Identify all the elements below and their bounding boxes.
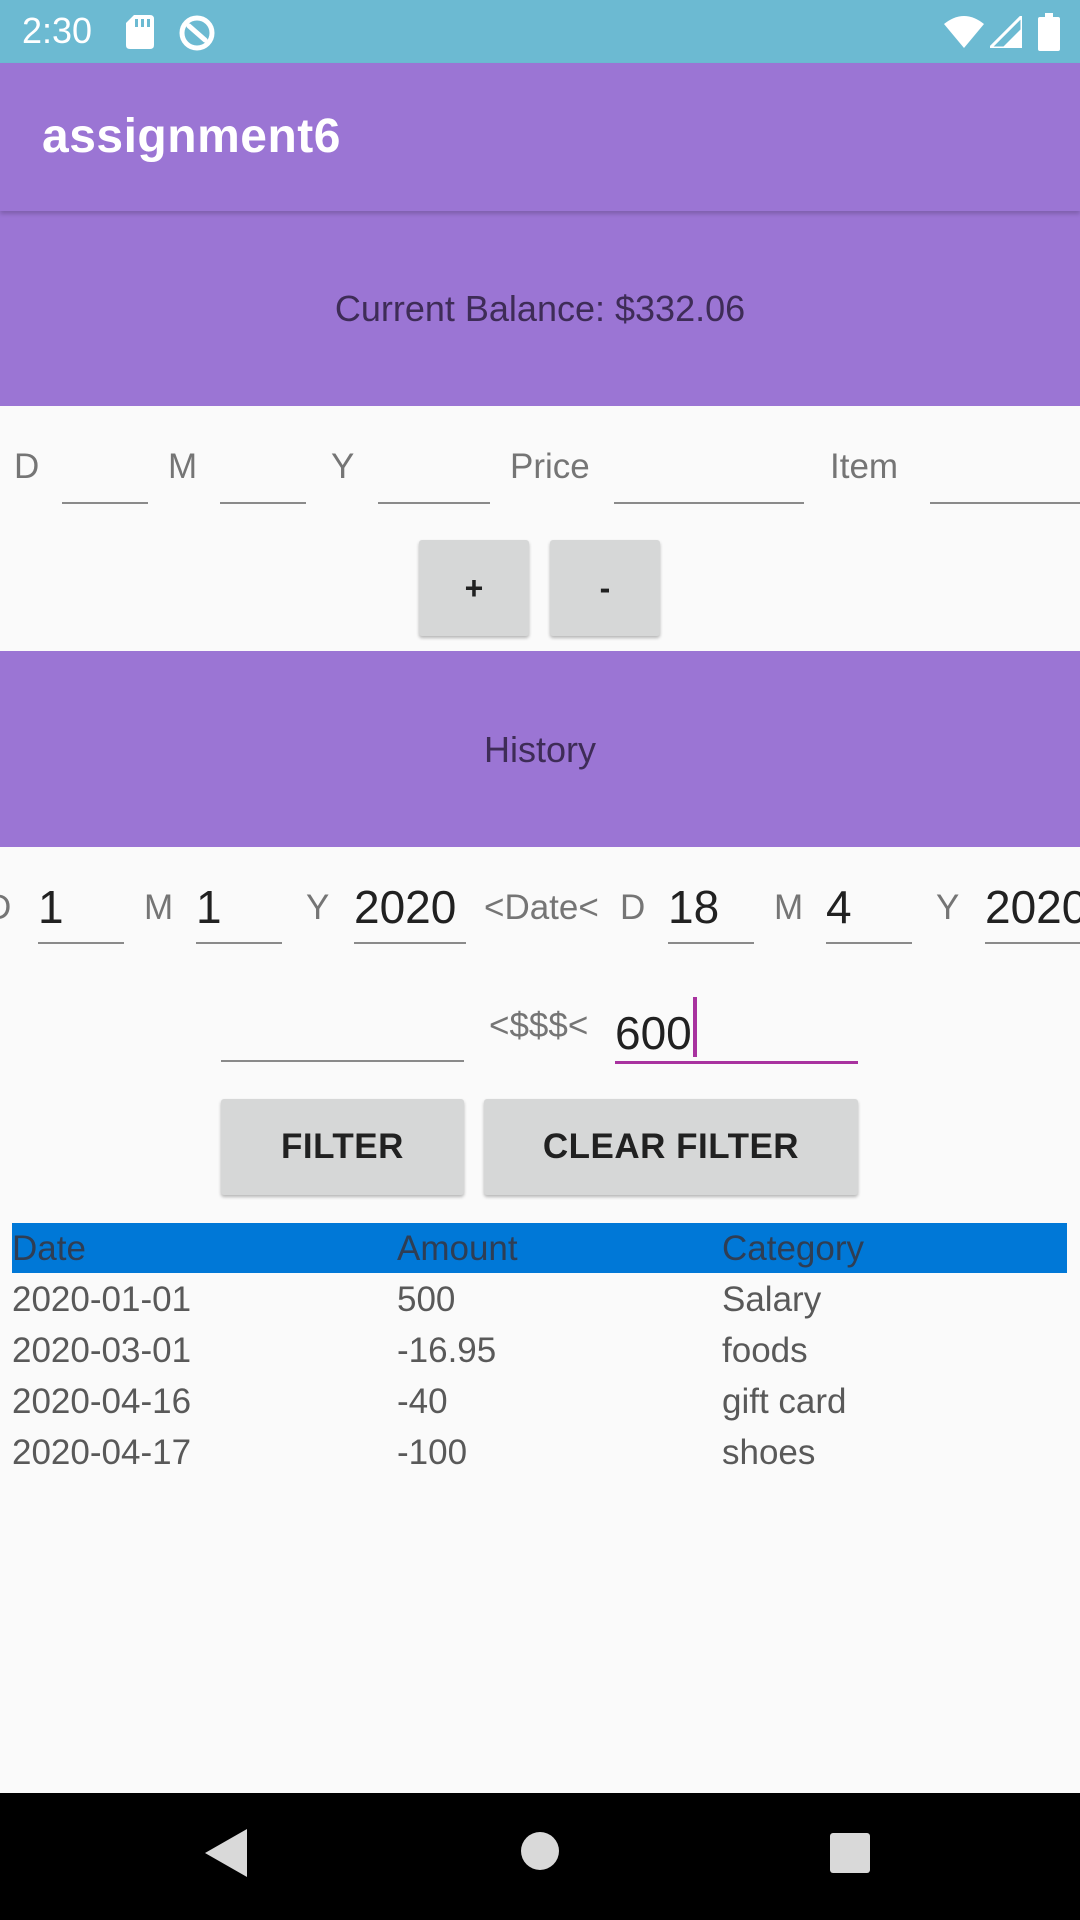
app-title: assignment6 [42,110,341,163]
to-day-input[interactable] [668,942,754,944]
back-icon[interactable] [205,1829,247,1877]
to-year-input[interactable] [985,942,1080,944]
table-header [12,1223,1067,1273]
month-label: M [168,447,198,486]
day-input[interactable] [62,502,148,504]
date-separator: <Date< [484,888,599,927]
signal-icon [990,16,1022,48]
to-month-label: M [774,888,804,927]
from-month-label: M [144,888,174,927]
to-year-value: 2020 [985,881,1080,933]
from-day-label: D [0,887,11,929]
current-balance: Current Balance: $332.06 [334,288,746,329]
price-input[interactable] [614,502,804,504]
min-amount-input[interactable] [221,1060,464,1062]
table-cell-category: gift card [722,1382,847,1421]
app-bar: assignment6 [0,63,1080,211]
table-cell-category: Salary [722,1280,822,1319]
year-label: Y [331,447,355,486]
from-month-value: 1 [196,881,222,933]
from-day-input[interactable] [38,942,124,944]
table-cell-date: 2020-01-01 [12,1280,192,1319]
max-amount-value: 600 [615,1007,692,1059]
item-input[interactable] [930,502,1080,504]
wifi-icon [944,16,984,48]
history-panel: History [0,651,1080,847]
column-date: Date [12,1229,86,1268]
from-year-value: 2020 [354,881,457,933]
max-amount-field[interactable]: 600 [615,997,697,1060]
from-day-value: 1 [38,881,64,933]
battery-icon [1038,13,1060,51]
column-amount: Amount [397,1229,518,1268]
table-cell-amount: -16.95 [397,1331,497,1370]
to-month-value: 4 [826,881,852,933]
price-label: Price [510,447,590,486]
month-input[interactable] [220,502,306,504]
status-bar: 2:30 [0,0,1080,63]
filter-button[interactable]: FILTER [221,1099,464,1195]
recents-icon[interactable] [830,1833,870,1873]
from-month-input[interactable] [196,942,282,944]
subtract-button[interactable]: - [550,540,660,636]
item-label: Item [830,447,899,486]
home-icon[interactable] [520,1831,560,1871]
status-time: 2:30 [22,10,93,51]
day-label: D [14,447,40,486]
from-year-input[interactable] [354,942,466,944]
text-cursor [692,997,697,1057]
sd-card-icon [126,15,154,49]
table-cell-date: 2020-04-17 [12,1433,192,1472]
column-category: Category [722,1229,865,1268]
table-cell-amount: -100 [397,1433,468,1472]
table-cell-amount: -40 [397,1382,448,1421]
sync-icon [179,15,215,51]
table-cell-category: foods [722,1331,808,1370]
navigation-bar [0,1793,1080,1920]
amount-separator: <$$$< [489,1006,589,1045]
to-day-label: D [620,888,646,927]
table-cell-date: 2020-03-01 [12,1331,192,1370]
add-button[interactable]: + [419,540,529,636]
table-cell-category: shoes [722,1433,816,1472]
to-year-label: Y [936,888,960,927]
table-cell-amount: 500 [397,1280,456,1319]
table-cell-date: 2020-04-16 [12,1382,192,1421]
balance-panel: Current Balance: $332.06 [0,211,1080,406]
history-title: History [483,729,596,770]
clear-filter-button[interactable]: CLEAR FILTER [484,1099,858,1195]
from-year-label: Y [306,888,330,927]
max-amount-underline [615,1061,858,1064]
to-month-input[interactable] [826,942,912,944]
year-input[interactable] [378,502,490,504]
to-day-value: 18 [668,881,720,933]
